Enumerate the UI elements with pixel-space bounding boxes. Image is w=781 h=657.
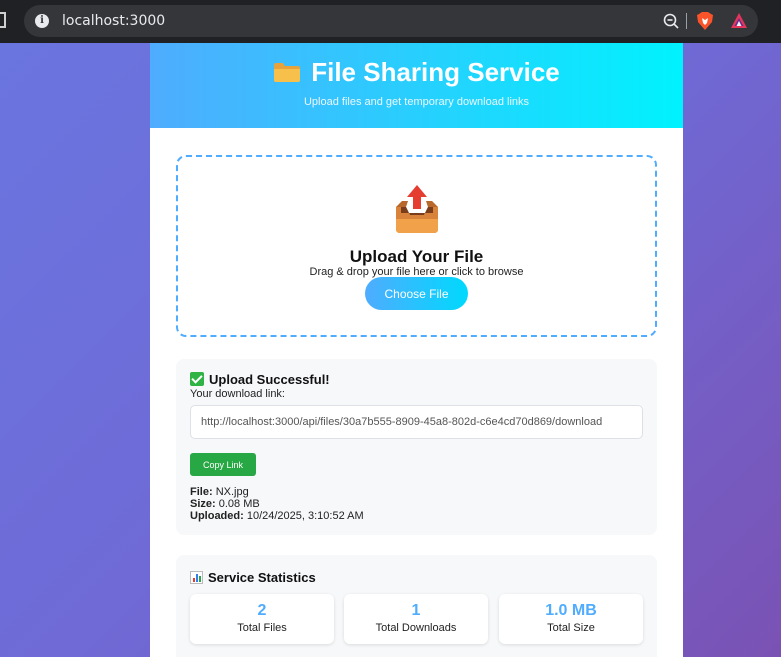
stat-card-total-files: 2 Total Files	[190, 594, 334, 644]
stats-title: Service Statistics	[190, 570, 316, 585]
zoom-out-icon[interactable]	[662, 12, 680, 30]
upload-title: Upload Your File	[349, 247, 484, 266]
service-stats-panel: Service Statistics 2 Total Files 1 Total…	[176, 555, 657, 657]
file-size-value: 0.08 MB	[218, 498, 260, 510]
page-header: File Sharing Service Upload files and ge…	[150, 43, 683, 128]
page-subtitle: Upload files and get temporary download …	[303, 96, 530, 108]
stat-value: 1.0 MB	[545, 602, 597, 619]
upload-time-line: Uploaded: 10/24/2025, 3:10:52 AM	[190, 510, 364, 522]
stat-label: Total Size	[547, 622, 595, 634]
upload-time-label: Uploaded:	[190, 510, 244, 522]
download-link-input[interactable]	[190, 405, 643, 439]
stats-title-text: Service Statistics	[208, 570, 316, 585]
url-text[interactable]: localhost:3000	[62, 13, 165, 29]
file-name-label: File:	[190, 486, 213, 498]
choose-file-button[interactable]: Choose File	[365, 277, 468, 310]
page-title: File Sharing Service	[150, 57, 683, 88]
address-bar[interactable]: i localhost:3000	[24, 5, 758, 37]
check-mark-icon	[190, 372, 204, 386]
browser-toolbar: i localhost:3000	[0, 0, 781, 43]
upload-result-panel: Upload Successful! Your download link: C…	[176, 359, 657, 535]
bookmark-icon[interactable]	[0, 12, 6, 28]
copy-link-button[interactable]: Copy Link	[190, 453, 256, 476]
inbox-tray-upload-icon	[396, 185, 438, 233]
stat-value: 2	[257, 602, 267, 619]
file-name-line: File: NX.jpg	[190, 486, 249, 498]
stat-value: 1	[411, 602, 421, 619]
folder-icon	[274, 63, 301, 82]
site-info-icon[interactable]: i	[35, 14, 49, 28]
upload-success-text: Upload Successful!	[209, 372, 330, 387]
stat-label: Total Downloads	[375, 622, 457, 634]
toolbar-divider	[686, 13, 687, 29]
file-size-line: Size: 0.08 MB	[190, 498, 260, 510]
upload-success-title: Upload Successful!	[190, 372, 330, 387]
download-link-label: Your download link:	[190, 388, 285, 400]
brave-rewards-icon[interactable]	[730, 12, 748, 30]
main-card: File Sharing Service Upload files and ge…	[150, 43, 683, 657]
brave-shield-icon[interactable]	[696, 11, 714, 31]
file-name-value: NX.jpg	[215, 486, 249, 498]
file-drop-zone[interactable]: Upload Your File Drag & drop your file h…	[176, 155, 657, 337]
stat-label: Total Files	[237, 622, 287, 634]
bar-chart-icon	[190, 571, 203, 584]
upload-time-value: 10/24/2025, 3:10:52 AM	[246, 510, 364, 522]
stat-card-total-downloads: 1 Total Downloads	[344, 594, 488, 644]
page-title-text: File Sharing Service	[311, 57, 560, 87]
stat-card-total-size: 1.0 MB Total Size	[499, 594, 643, 644]
file-size-label: Size:	[190, 498, 216, 510]
